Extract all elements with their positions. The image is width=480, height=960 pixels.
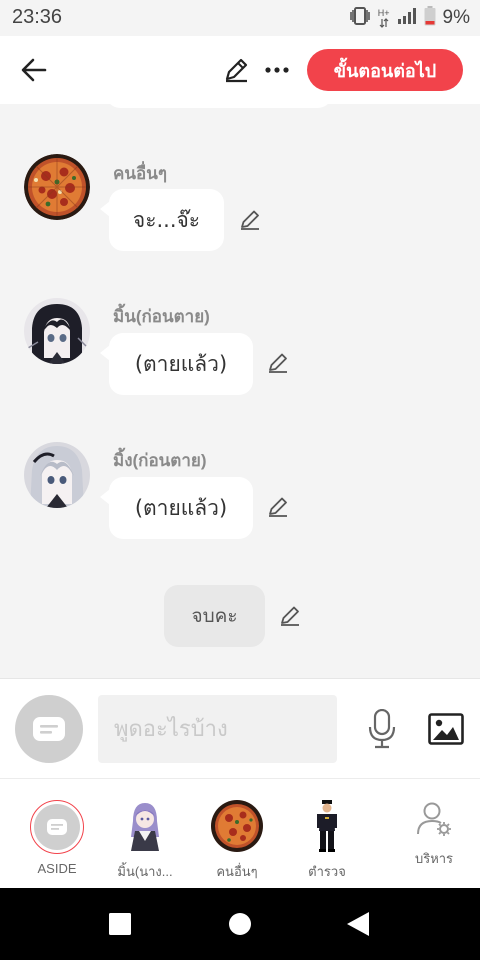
sender-name: มิ้น(ก่อนตาย) <box>113 307 210 326</box>
pencil-icon <box>281 606 299 626</box>
image-button[interactable] <box>426 709 466 749</box>
recents-button[interactable] <box>102 906 138 942</box>
character-others[interactable]: คนอื่นๆ <box>189 779 285 889</box>
pencil-icon <box>225 58 248 83</box>
android-nav-bar <box>0 888 480 960</box>
aside-toggle-button[interactable] <box>15 695 83 763</box>
more-dots-icon <box>265 67 289 73</box>
status-bar: 23:36 H+ 9% <box>0 0 480 36</box>
nav-back-button[interactable] <box>340 906 376 942</box>
battery-icon <box>424 6 436 30</box>
character-police[interactable]: ตำรวจ <box>279 779 375 889</box>
narration-bubble[interactable]: จบคะ <box>164 585 265 647</box>
triangle-back-icon <box>347 912 369 936</box>
top-bar: ขั้นตอนต่อไป <box>0 36 480 104</box>
input-bar <box>0 678 480 778</box>
edit-story-button[interactable] <box>218 52 254 88</box>
character-label: ASIDE <box>37 861 77 876</box>
pencil-icon <box>241 210 259 230</box>
anime-girl-silver-avatar[interactable] <box>24 442 90 508</box>
battery-percent: 9% <box>442 7 470 28</box>
character-aside[interactable]: ASIDE <box>9 779 105 889</box>
character-label: คนอื่นๆ <box>216 864 258 879</box>
edit-narration-button[interactable] <box>276 602 304 630</box>
signal-icon <box>397 7 417 29</box>
character-label: มิ้น(นาง... <box>117 864 173 879</box>
edit-message-button[interactable] <box>264 493 292 521</box>
character-label: ตำรวจ <box>308 864 346 879</box>
manage-characters-button[interactable]: บริหาร <box>386 779 480 889</box>
edit-message-button[interactable] <box>264 349 292 377</box>
police-figure-icon <box>315 799 339 853</box>
manage-label: บริหาร <box>414 851 454 866</box>
square-icon <box>109 913 131 935</box>
image-icon <box>428 713 464 745</box>
manage-user-icon <box>416 801 452 837</box>
back-button[interactable] <box>14 50 54 90</box>
network-type-icon: H+ <box>378 8 390 28</box>
status-icons: H+ 9% <box>349 6 470 30</box>
pencil-icon <box>269 497 287 517</box>
back-arrow-icon <box>21 58 47 82</box>
character-bar: ASIDE มิ้น(นาง... คนอื่นๆ ตำรวจ บริหาร <box>0 778 480 888</box>
chat-area[interactable]: คนอื่นๆ จะ...จ๊ะ มิ้น(ก่อนตาย) (ตายแล้ว) <box>0 104 480 678</box>
previous-message-bubble <box>106 104 332 108</box>
aside-icon <box>30 800 84 854</box>
pencil-icon <box>269 353 287 373</box>
edit-message-button[interactable] <box>236 206 264 234</box>
message-bubble[interactable]: (ตายแล้ว) <box>100 333 253 395</box>
anime-character-icon <box>121 797 169 853</box>
status-time: 23:36 <box>12 6 63 28</box>
character-min[interactable]: มิ้น(นาง... <box>97 779 193 889</box>
microphone-icon <box>368 709 396 749</box>
circle-icon <box>229 913 251 935</box>
aside-icon <box>33 717 65 741</box>
sender-name: มิ้ง(ก่อนตาย) <box>113 451 207 470</box>
pizza-icon <box>211 800 263 852</box>
message-bubble[interactable]: จะ...จ๊ะ <box>100 189 224 251</box>
vibrate-icon <box>349 7 371 29</box>
pizza-avatar[interactable] <box>24 154 90 220</box>
next-step-button[interactable]: ขั้นตอนต่อไป <box>307 49 463 91</box>
message-input[interactable] <box>98 695 337 763</box>
message-bubble[interactable]: (ตายแล้ว) <box>100 477 253 539</box>
sender-name: คนอื่นๆ <box>113 164 167 183</box>
anime-girl-dark-avatar[interactable] <box>24 298 90 364</box>
voice-button[interactable] <box>362 705 402 753</box>
home-button[interactable] <box>222 906 258 942</box>
more-options-button[interactable] <box>260 52 294 88</box>
